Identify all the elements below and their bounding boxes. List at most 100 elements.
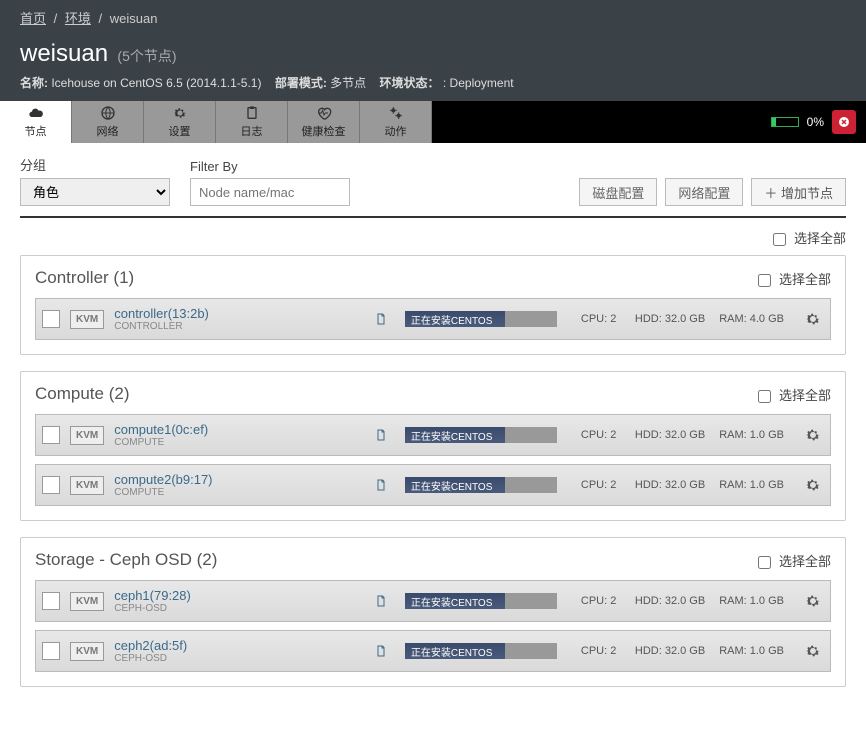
- filter-input[interactable]: [190, 178, 350, 206]
- node-checkbox[interactable]: [42, 592, 60, 610]
- node-hypervisor-badge: KVM: [70, 476, 104, 495]
- filter-by-label: Filter By: [190, 159, 350, 174]
- cloud-icon: [28, 105, 44, 121]
- tab-network[interactable]: 网络: [72, 101, 144, 143]
- tab-logs[interactable]: 日志: [216, 101, 288, 143]
- group-by-select[interactable]: 角色: [20, 178, 170, 206]
- disk-config-button[interactable]: 磁盘配置: [579, 178, 657, 206]
- node-row: KVM ceph2(ad:5f) CEPH-OSD 正在安装CENTOS CPU…: [35, 630, 831, 672]
- page-header: weisuan (5个节点) 名称: Icehouse on CentOS 6.…: [0, 35, 866, 101]
- group-by-filter: 分组 角色: [20, 155, 170, 206]
- node-group: Compute (2) 选择全部 KVM compute1(0c:ef) COM…: [20, 371, 846, 521]
- node-name-link[interactable]: compute1(0c:ef): [114, 422, 304, 437]
- close-icon: [838, 116, 850, 128]
- group-header: Storage - Ceph OSD (2) 选择全部: [35, 550, 831, 570]
- node-cpu: CPU: 2: [581, 645, 621, 657]
- meta-name-value: Icehouse on CentOS 6.5 (2014.1.1-5.1): [51, 76, 261, 90]
- node-row: KVM compute1(0c:ef) COMPUTE 正在安装CENTOS C…: [35, 414, 831, 456]
- gear-icon[interactable]: [804, 310, 822, 328]
- node-hypervisor-badge: KVM: [70, 642, 104, 661]
- node-status-text: 正在安装CENTOS: [411, 644, 493, 659]
- breadcrumb-home[interactable]: 首页: [20, 11, 46, 26]
- node-specs: CPU: 2 HDD: 32.0 GB RAM: 1.0 GB: [581, 595, 784, 607]
- node-row: KVM ceph1(79:28) CEPH-OSD 正在安装CENTOS CPU…: [35, 580, 831, 622]
- document-icon[interactable]: [375, 594, 387, 608]
- node-name-link[interactable]: ceph1(79:28): [114, 588, 304, 603]
- node-role-label: COMPUTE: [114, 437, 304, 448]
- tab-label: 节点: [25, 123, 47, 139]
- node-identity: ceph1(79:28) CEPH-OSD: [114, 588, 304, 614]
- filter-row: 分组 角色 Filter By 磁盘配置 网络配置 ＋ 增加节点: [20, 155, 846, 206]
- tab-actions[interactable]: 动作: [360, 101, 432, 143]
- select-all-checkbox[interactable]: [773, 233, 786, 246]
- gear-icon[interactable]: [804, 426, 822, 444]
- node-specs: CPU: 2 HDD: 32.0 GB RAM: 1.0 GB: [581, 429, 784, 441]
- group-header: Compute (2) 选择全部: [35, 384, 831, 404]
- node-hdd: HDD: 32.0 GB: [635, 429, 705, 441]
- tab-health[interactable]: 健康检查: [288, 101, 360, 143]
- group-select-all-checkbox[interactable]: [758, 390, 771, 403]
- page-subtitle: (5个节点): [117, 48, 176, 64]
- tab-label: 设置: [169, 123, 191, 139]
- node-checkbox[interactable]: [42, 310, 60, 328]
- node-checkbox[interactable]: [42, 426, 60, 444]
- gear-icon[interactable]: [804, 642, 822, 660]
- group-select-all-checkbox[interactable]: [758, 274, 771, 287]
- tabbar-right: 0%: [432, 101, 866, 143]
- node-cpu: CPU: 2: [581, 313, 621, 325]
- tab-bar: 节点 网络 设置 日志 健康检查 动作 0%: [0, 101, 866, 143]
- globe-icon: [100, 105, 116, 121]
- breadcrumb: 首页 / 环境 / weisuan: [0, 0, 866, 35]
- node-hdd: HDD: 32.0 GB: [635, 479, 705, 491]
- add-node-button[interactable]: ＋ 增加节点: [751, 178, 846, 206]
- node-hdd: HDD: 32.0 GB: [635, 645, 705, 657]
- select-all-label: 选择全部: [794, 231, 846, 246]
- node-status-bar: 正在安装CENTOS: [405, 593, 557, 609]
- document-icon[interactable]: [375, 478, 387, 492]
- node-name-link[interactable]: compute2(b9:17): [114, 472, 304, 487]
- node-status-text: 正在安装CENTOS: [411, 428, 493, 443]
- node-group: Controller (1) 选择全部 KVM controller(13:2b…: [20, 255, 846, 355]
- group-by-label: 分组: [20, 155, 170, 174]
- meta-mode-label: 部署模式:: [275, 76, 327, 90]
- gear-icon: [172, 105, 188, 121]
- node-name-link[interactable]: ceph2(ad:5f): [114, 638, 304, 653]
- node-ram: RAM: 1.0 GB: [719, 479, 784, 491]
- document-icon[interactable]: [375, 312, 387, 326]
- document-icon[interactable]: [375, 428, 387, 442]
- node-status-text: 正在安装CENTOS: [411, 478, 493, 493]
- meta-name-label: 名称:: [20, 76, 48, 90]
- tab-label: 动作: [385, 123, 407, 139]
- breadcrumb-sep: /: [99, 11, 103, 26]
- node-role-label: COMPUTE: [114, 487, 304, 498]
- heartbeat-icon: [316, 105, 332, 121]
- meta-status-label: 环境状态：: [380, 76, 440, 90]
- tab-nodes[interactable]: 节点: [0, 101, 72, 143]
- divider: [20, 216, 846, 218]
- group-select-all-label: 选择全部: [779, 554, 831, 569]
- breadcrumb-current: weisuan: [110, 11, 158, 26]
- gear-icon[interactable]: [804, 476, 822, 494]
- node-hdd: HDD: 32.0 GB: [635, 313, 705, 325]
- node-identity: compute1(0c:ef) COMPUTE: [114, 422, 304, 448]
- group-select-all-checkbox[interactable]: [758, 556, 771, 569]
- node-ram: RAM: 4.0 GB: [719, 313, 784, 325]
- document-icon[interactable]: [375, 644, 387, 658]
- stop-button[interactable]: [832, 110, 856, 134]
- tab-settings[interactable]: 设置: [144, 101, 216, 143]
- node-row: KVM controller(13:2b) CONTROLLER 正在安装CEN…: [35, 298, 831, 340]
- node-hypervisor-badge: KVM: [70, 592, 104, 611]
- network-config-button[interactable]: 网络配置: [665, 178, 743, 206]
- tab-label: 健康检查: [302, 123, 346, 139]
- breadcrumb-env[interactable]: 环境: [65, 11, 91, 26]
- header-meta: 名称: Icehouse on CentOS 6.5 (2014.1.1-5.1…: [20, 74, 846, 91]
- node-ram: RAM: 1.0 GB: [719, 645, 784, 657]
- gear-icon[interactable]: [804, 592, 822, 610]
- filter-by-filter: Filter By: [190, 159, 350, 206]
- node-identity: compute2(b9:17) COMPUTE: [114, 472, 304, 498]
- node-name-link[interactable]: controller(13:2b): [114, 306, 304, 321]
- node-cpu: CPU: 2: [581, 429, 621, 441]
- node-checkbox[interactable]: [42, 642, 60, 660]
- tab-label: 网络: [97, 123, 119, 139]
- node-checkbox[interactable]: [42, 476, 60, 494]
